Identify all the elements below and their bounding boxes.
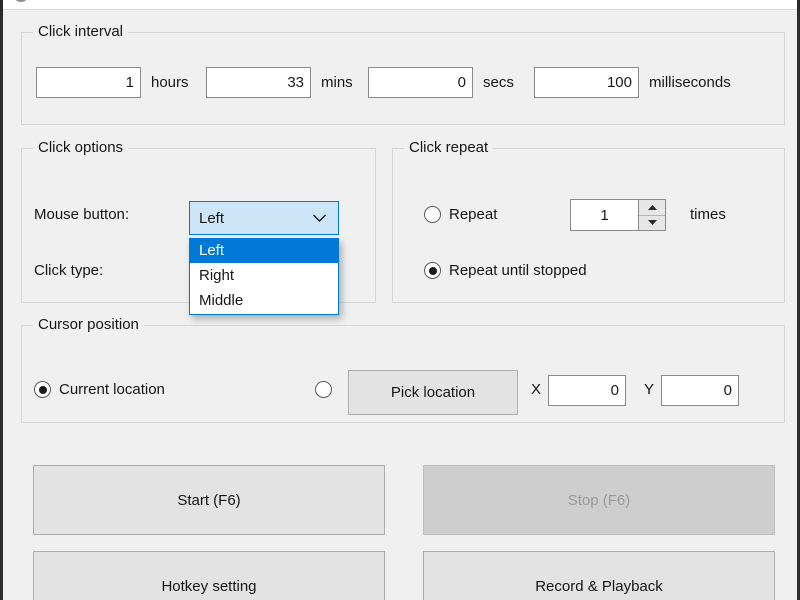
record-playback-button[interactable]: Record & Playback [423,551,775,600]
radio-icon [424,262,441,279]
maximize-icon[interactable] [705,0,751,9]
title-bar: GS Auto Clicker 3.0 [3,0,797,10]
minimize-icon[interactable] [659,0,705,9]
pick-location-radio[interactable] [315,381,332,398]
cursor-position-legend: Cursor position [33,316,144,333]
repeat-count-stepper[interactable]: 1 [570,199,666,231]
current-location-radio[interactable]: Current location [34,381,165,398]
x-coordinate-label: X [531,381,541,398]
start-button[interactable]: Start (F6) [33,465,385,535]
hotkey-setting-button[interactable]: Hotkey setting [33,551,385,600]
repeat-count-value: 1 [571,200,638,230]
click-type-label: Click type: [34,262,103,279]
radio-icon [315,381,332,398]
mouse-button-value: Left [199,210,224,227]
seconds-input[interactable]: 0 [368,67,473,98]
click-interval-legend: Click interval [33,23,128,40]
window-title: GS Auto Clicker 3.0 [38,0,160,2]
seconds-label: secs [483,74,514,91]
mouse-button-dropdown-list[interactable]: Left Right Middle [189,238,339,315]
minutes-input[interactable]: 33 [206,67,311,98]
repeat-count-radio-label: Repeat [449,206,497,223]
stepper-up-icon[interactable] [639,200,665,216]
milliseconds-label: milliseconds [649,74,731,91]
click-options-legend: Click options [33,139,128,156]
click-repeat-legend: Click repeat [404,139,493,156]
milliseconds-input[interactable]: 100 [534,67,639,98]
hours-label: hours [151,74,189,91]
repeat-until-stopped-label: Repeat until stopped [449,262,587,279]
radio-icon [424,206,441,223]
radio-icon [34,381,51,398]
stepper-down-icon[interactable] [639,216,665,231]
dropdown-option-right[interactable]: Right [190,263,338,288]
chevron-down-icon [312,213,327,223]
stepper-buttons [638,200,665,230]
app-window: GS Auto Clicker 3.0 Click interval 1 hou… [0,0,800,600]
dropdown-option-left[interactable]: Left [190,238,338,263]
minutes-label: mins [321,74,353,91]
mouse-button-select[interactable]: Left [189,201,339,235]
mouse-button-label: Mouse button: [34,206,129,223]
times-label: times [690,206,726,223]
app-icon [13,0,29,2]
stop-button: Stop (F6) [423,465,775,535]
hours-input[interactable]: 1 [36,67,141,98]
current-location-label: Current location [59,381,165,398]
repeat-count-radio[interactable]: Repeat [424,206,497,223]
pick-location-button[interactable]: Pick location [348,370,518,415]
dropdown-option-middle[interactable]: Middle [190,288,338,313]
window-controls [659,0,797,9]
x-coordinate-input[interactable]: 0 [548,375,626,406]
y-coordinate-label: Y [644,381,654,398]
client-area: Click interval 1 hours 33 mins 0 secs 10… [3,10,797,600]
close-icon[interactable] [751,0,797,9]
y-coordinate-input[interactable]: 0 [661,375,739,406]
repeat-until-stopped-radio[interactable]: Repeat until stopped [424,262,587,279]
